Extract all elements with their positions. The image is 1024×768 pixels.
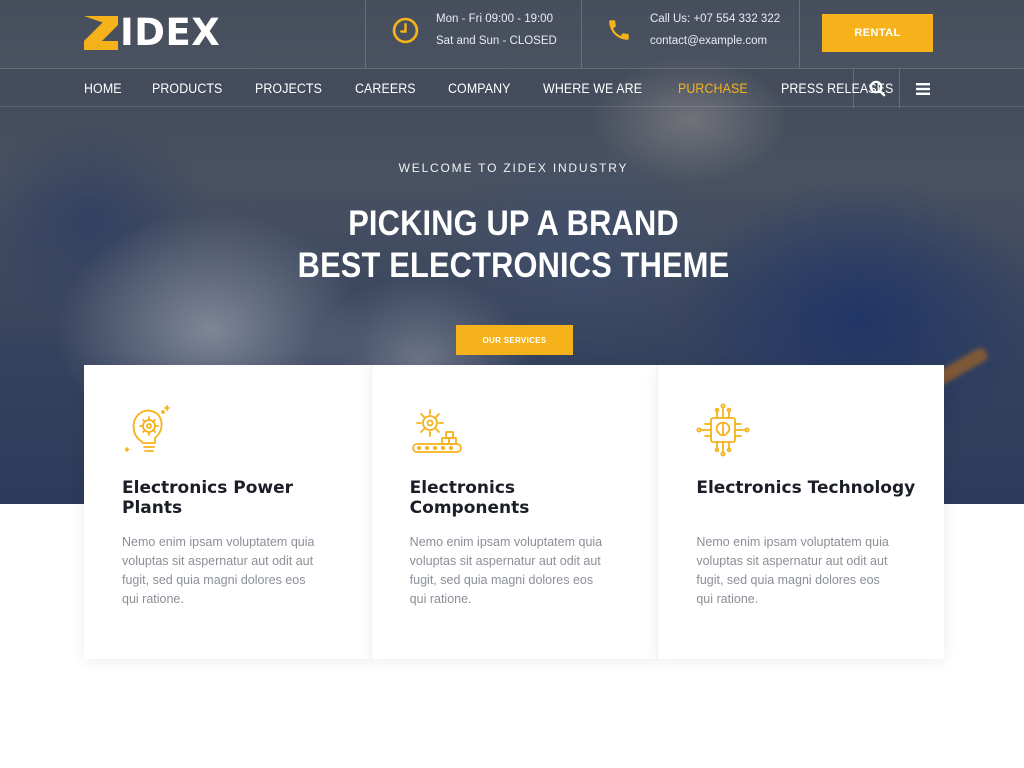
nav-item-careers[interactable]: CAREERS [355,81,416,96]
card-description: Nemo enim ipsam voluptatem quia voluptas… [696,535,889,606]
hours-weekend: Sat and Sun - CLOSED [436,35,557,47]
card-title: Electronics Power Plants [122,478,294,518]
logo-z-mark-icon [84,16,118,50]
search-button[interactable] [854,69,900,108]
clock-icon [390,15,420,45]
nav-item-home[interactable]: HOME [84,81,122,96]
top-bar: IDEX Mon - Fri 09:00 - 19:00 Sat and Sun… [0,0,1024,68]
hero-kicker: WELCOME TO ZIDEX INDUSTRY [398,161,629,175]
service-card-technology[interactable]: Electronics Technology Nemo enim ipsam v… [657,365,945,659]
hero-headline-line-1: PICKING UP A BRAND [348,204,679,243]
card-description: Nemo enim ipsam voluptatem quia voluptas… [409,535,603,606]
hero-headline: PICKING UP A BRAND BEST ELECTRONICS THEM… [0,203,1024,287]
nav-item-company[interactable]: COMPANY [448,81,511,96]
phone-icon [604,15,634,45]
opening-hours: Mon - Fri 09:00 - 19:00 Sat and Sun - CL… [390,12,557,48]
gear-conveyor-icon [411,409,462,453]
search-icon [869,80,885,97]
service-card-components[interactable]: Electronics Components Nemo enim ipsam v… [370,365,658,659]
hamburger-menu-icon [916,82,930,95]
nav-item-where-we-are[interactable]: WHERE WE ARE [543,81,642,96]
menu-button[interactable] [900,69,946,108]
divider [581,0,582,68]
nav-item-products[interactable]: PRODUCTS [152,81,222,96]
card-description: Nemo enim ipsam voluptatem quia voluptas… [122,535,315,606]
contact-info: Call Us: +07 554 332 322 contact@example… [604,12,780,48]
logo-text: IDEX [120,11,221,54]
service-card-power-plants[interactable]: Electronics Power Plants Nemo enim ipsam… [84,365,371,659]
main-navigation: HOME PRODUCTS PROJECTS CAREERS COMPANY W… [0,68,1024,108]
logo[interactable]: IDEX [84,14,220,52]
rental-button[interactable]: RENTAL [822,14,933,52]
card-title: Electronics Components [409,478,530,518]
nav-item-projects[interactable]: PROJECTS [255,81,322,96]
divider [799,0,800,68]
services-cards: Electronics Power Plants Nemo enim ipsam… [84,365,945,659]
brain-chip-icon [696,403,750,457]
hours-weekdays: Mon - Fri 09:00 - 19:00 [436,13,553,25]
divider [365,0,366,68]
hero-headline-line-2: BEST ELECTRONICS THEME [297,246,730,285]
email-address[interactable]: contact@example.com [650,34,780,48]
our-services-button[interactable]: OUR SERVICES [456,325,573,355]
card-title: Electronics Technology [696,478,916,498]
nav-item-purchase[interactable]: PURCHASE [678,81,748,96]
phone-number[interactable]: Call Us: +07 554 332 322 [650,12,780,26]
lightbulb-gear-icon [124,405,170,452]
